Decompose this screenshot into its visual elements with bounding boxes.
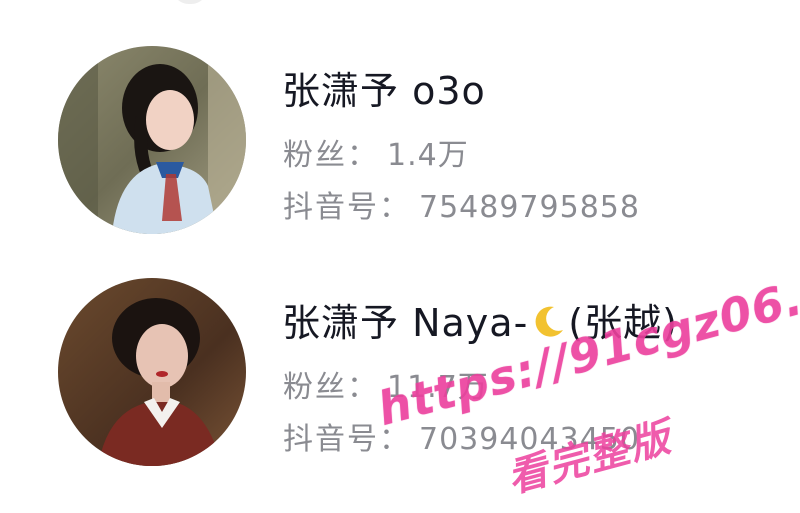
avatar[interactable] (58, 46, 246, 234)
douyin-id-label: 抖音号： (283, 190, 411, 225)
followers-label: 粉丝： (283, 138, 379, 173)
username-prefix: 张潇予 Naya- (282, 301, 529, 345)
followers-value: 1.4万 (387, 138, 469, 173)
avatar-image-1 (58, 46, 246, 234)
followers-label: 粉丝： (283, 370, 379, 405)
avatar-image-2 (58, 278, 246, 466)
avatar[interactable] (58, 278, 246, 466)
username[interactable]: 张潇予 o3o (282, 60, 486, 115)
douyin-id: 抖音号： 75489795858 (283, 182, 640, 226)
search-results-page: 张潇予 o3o 粉丝： 1.4万 抖音号： 75489795858 张潇予 Na… (0, 0, 800, 513)
user-result-card[interactable]: 张潇予 o3o 粉丝： 1.4万 抖音号： 75489795858 (0, 38, 800, 258)
tab-indicator (172, 0, 208, 4)
douyin-id-value: 75489795858 (419, 190, 640, 225)
followers-count: 粉丝： 1.4万 (283, 130, 469, 174)
